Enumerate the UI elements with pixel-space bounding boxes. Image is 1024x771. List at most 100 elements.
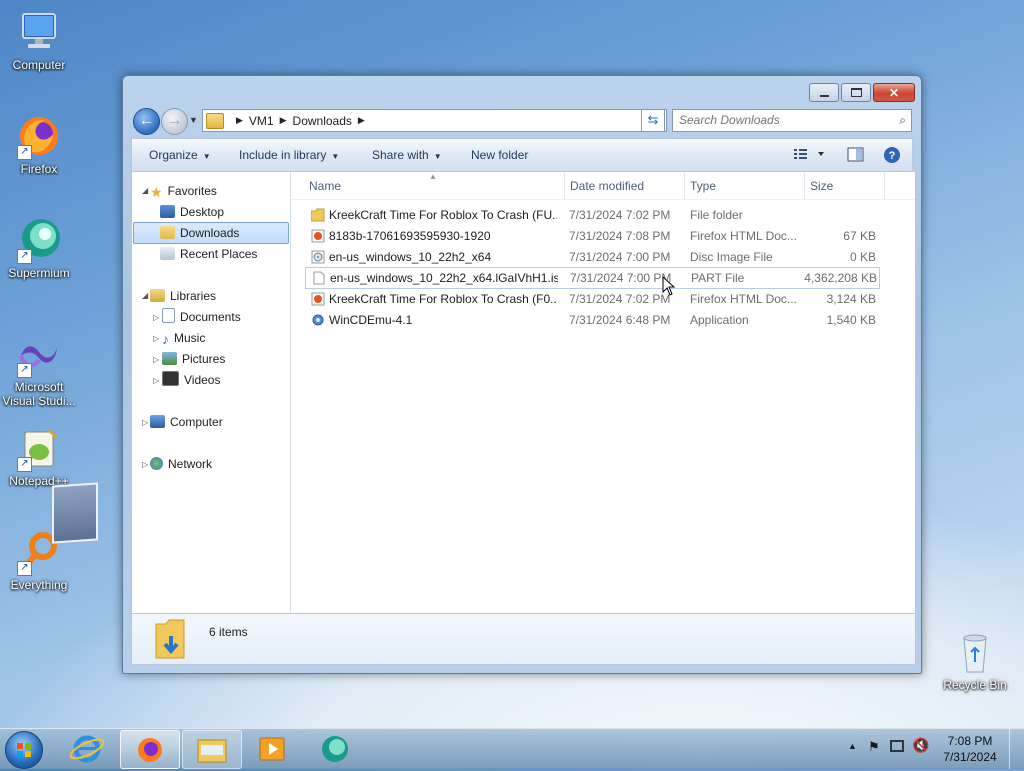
column-header-type[interactable]: Type xyxy=(690,179,716,193)
column-header-name[interactable]: Name xyxy=(309,179,341,193)
nav-label: Desktop xyxy=(180,205,225,219)
desktop-icon-notepad-plus-plus[interactable]: ↗ Notepad++ xyxy=(0,424,78,488)
new-folder-button[interactable]: New folder xyxy=(471,148,528,162)
column-header-date-modified[interactable]: Date modified xyxy=(570,179,644,193)
desktop-icon-computer[interactable]: Computer xyxy=(0,8,78,72)
action-center-flag-icon[interactable]: ⚑ xyxy=(868,739,880,755)
file-date: 7/31/2024 6:48 PM xyxy=(569,313,671,327)
preview-pane-button[interactable] xyxy=(846,144,866,166)
collapse-arrow-icon[interactable]: ◢ xyxy=(142,186,148,195)
desktop-icon-supermium[interactable]: ↗ Supermium xyxy=(0,216,78,280)
desktop-icon-recycle-bin[interactable]: Recycle Bin xyxy=(936,628,1014,692)
taskbar-windows-explorer[interactable] xyxy=(182,730,242,769)
nav-computer[interactable]: Computer xyxy=(150,412,223,432)
computer-icon xyxy=(150,415,165,428)
organize-label: Organize xyxy=(149,148,198,162)
collapse-arrow-icon[interactable]: ◢ xyxy=(142,291,148,300)
nav-downloads[interactable]: Downloads xyxy=(133,222,289,244)
file-name: en-us_windows_10_22h2_x64 xyxy=(329,250,492,264)
expand-arrow-icon[interactable]: ▷ xyxy=(153,355,159,364)
include-in-library-label: Include in library xyxy=(239,148,327,162)
volume-muted-icon[interactable]: 🔇 xyxy=(912,737,929,754)
taskbar-supermium[interactable] xyxy=(306,730,364,767)
shortcut-arrow-icon: ↗ xyxy=(17,363,32,378)
close-button[interactable]: ✕ xyxy=(873,83,915,102)
expand-arrow-icon[interactable]: ▷ xyxy=(153,376,159,385)
refresh-icon: ⇆ xyxy=(647,112,659,127)
nav-documents[interactable]: Documents xyxy=(162,307,241,327)
taskbar-media-player[interactable] xyxy=(244,730,302,767)
nav-libraries[interactable]: Libraries xyxy=(150,286,216,306)
column-divider[interactable] xyxy=(564,172,565,199)
file-type: Firefox HTML Doc... xyxy=(690,229,797,243)
search-input[interactable] xyxy=(673,110,885,129)
recent-pages-dropdown[interactable]: ▼ xyxy=(189,115,198,125)
nav-pictures[interactable]: Pictures xyxy=(162,349,225,369)
file-row[interactable]: KreekCraft Time For Roblox To Crash (FU.… xyxy=(305,205,878,225)
network-status-icon[interactable] xyxy=(890,740,904,752)
star-icon: ★ xyxy=(150,184,163,200)
system-tray: ▲ ⚑ 🔇 7:08 PM 7/31/2024 xyxy=(834,729,1024,769)
show-desktop-button[interactable] xyxy=(1009,729,1024,769)
computer-icon xyxy=(15,8,63,56)
breadcrumb-chevron-icon[interactable]: ▶ xyxy=(236,115,243,126)
desktop-icon xyxy=(160,205,175,218)
maximize-button[interactable] xyxy=(841,83,871,102)
pictures-icon xyxy=(162,352,177,365)
expand-arrow-icon[interactable]: ▷ xyxy=(142,460,148,469)
back-button[interactable]: ← xyxy=(133,108,160,135)
desktop-icon-label: Firefox xyxy=(20,162,58,176)
navigation-bar: ← → ▼ ▶ VM1 ▶ Downloads ▶ ▼ ⇆ ⌕ xyxy=(131,106,913,136)
change-view-button[interactable] xyxy=(792,144,828,166)
breadcrumb-downloads[interactable]: Downloads xyxy=(293,114,352,128)
nav-network[interactable]: Network xyxy=(150,454,212,474)
file-name: en-us_windows_10_22h2_x64.lGaIVhH1.is... xyxy=(330,271,558,285)
search-box[interactable]: ⌕ xyxy=(672,109,912,132)
clock[interactable]: 7:08 PM 7/31/2024 xyxy=(940,733,1000,765)
column-divider[interactable] xyxy=(884,172,885,199)
breadcrumb-vm1[interactable]: VM1 xyxy=(249,114,274,128)
shortcut-arrow-icon: ↗ xyxy=(17,561,32,576)
shortcut-arrow-icon: ↗ xyxy=(17,145,32,160)
file-row[interactable]: WinCDEmu-4.1 7/31/2024 6:48 PM Applicati… xyxy=(305,310,878,330)
include-in-library-button[interactable]: Include in library ▼ xyxy=(239,148,339,162)
nav-recent-places[interactable]: Recent Places xyxy=(160,244,257,264)
nav-favorites[interactable]: ★ Favorites xyxy=(150,181,217,201)
expand-arrow-icon[interactable]: ▷ xyxy=(142,418,148,427)
address-bar[interactable]: ▶ VM1 ▶ Downloads ▶ ▼ xyxy=(202,109,667,132)
column-divider[interactable] xyxy=(684,172,685,199)
help-button[interactable]: ? xyxy=(882,144,902,166)
desktop-icon-firefox[interactable]: ↗ Firefox xyxy=(0,112,78,176)
taskbar-internet-explorer[interactable] xyxy=(58,730,116,767)
folder-icon xyxy=(311,208,325,222)
breadcrumb-chevron-icon[interactable]: ▶ xyxy=(358,115,365,126)
file-list: Name ▲ Date modified Type Size KreekCraf… xyxy=(291,172,915,614)
app-icon xyxy=(312,314,324,326)
file-row[interactable]: KreekCraft Time For Roblox To Crash (F0.… xyxy=(305,289,878,309)
generic-file-icon xyxy=(313,271,325,285)
expand-arrow-icon[interactable]: ▷ xyxy=(153,334,159,343)
column-header-row: Name ▲ Date modified Type Size xyxy=(291,172,915,200)
column-divider[interactable] xyxy=(804,172,805,199)
file-row[interactable]: 8183b-17061693595930-1920 7/31/2024 7:08… xyxy=(305,226,878,246)
organize-button[interactable]: Organize ▼ xyxy=(149,148,211,162)
nav-desktop[interactable]: Desktop xyxy=(160,202,224,222)
breadcrumb-chevron-icon[interactable]: ▶ xyxy=(280,115,287,126)
expand-arrow-icon[interactable]: ▷ xyxy=(153,313,159,322)
show-hidden-icons-icon[interactable]: ▲ xyxy=(848,741,857,751)
forward-button[interactable]: → xyxy=(161,108,188,135)
taskbar-firefox[interactable] xyxy=(120,730,180,769)
column-header-size[interactable]: Size xyxy=(810,179,833,193)
file-name: 8183b-17061693595930-1920 xyxy=(329,229,491,243)
nav-music[interactable]: ♪ Music xyxy=(162,328,205,348)
minimize-button[interactable] xyxy=(809,83,839,102)
file-row[interactable]: en-us_windows_10_22h2_x64 7/31/2024 7:00… xyxy=(305,247,878,267)
share-with-button[interactable]: Share with ▼ xyxy=(372,148,442,162)
start-button[interactable] xyxy=(5,731,43,769)
refresh-button[interactable]: ⇆ xyxy=(641,109,665,132)
search-icon[interactable]: ⌕ xyxy=(899,113,906,128)
desktop-icon-visual-studio[interactable]: ↗ Microsoft Visual Studi... xyxy=(0,330,78,408)
nav-videos[interactable]: Videos xyxy=(162,370,220,390)
file-row[interactable]: en-us_windows_10_22h2_x64.lGaIVhH1.is...… xyxy=(305,267,880,289)
file-type: Disc Image File xyxy=(690,250,773,264)
